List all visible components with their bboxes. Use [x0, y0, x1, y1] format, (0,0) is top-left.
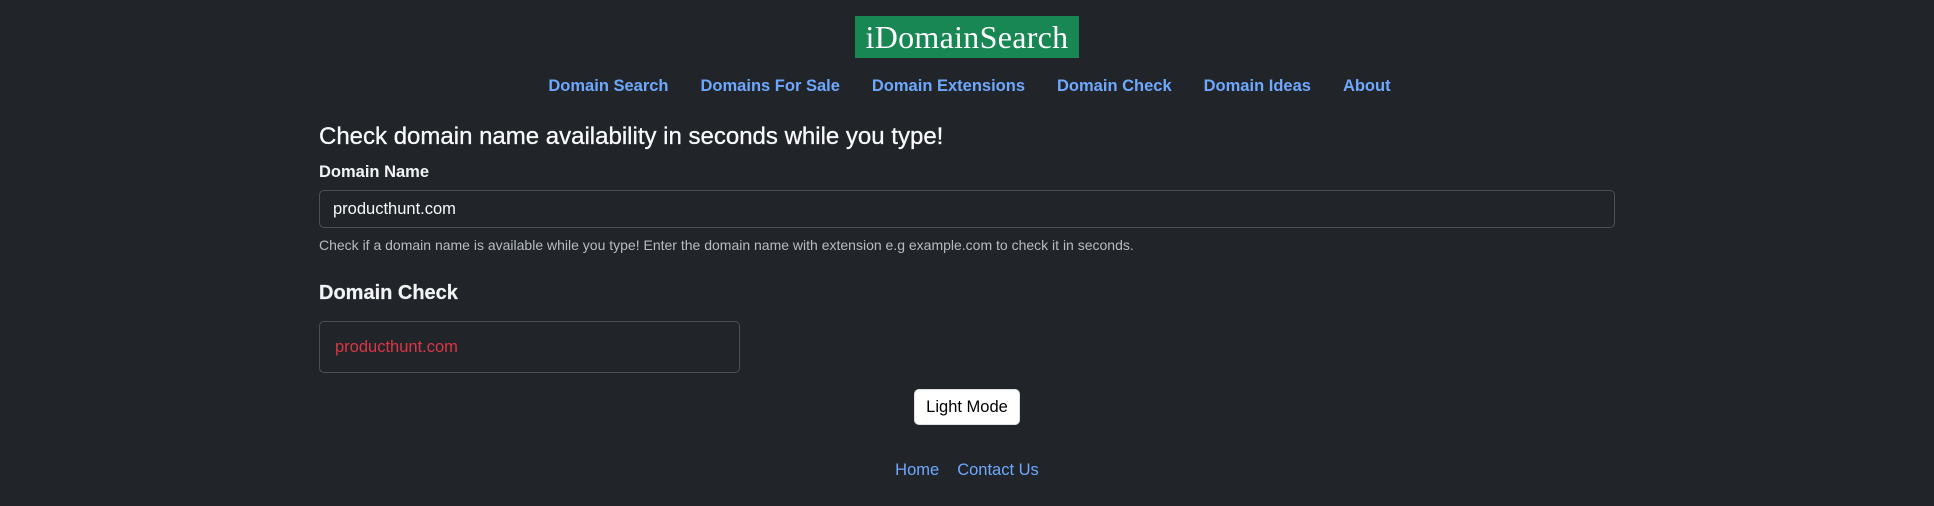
nav-domain-check[interactable]: Domain Check: [1057, 76, 1172, 96]
domain-result-unavailable[interactable]: producthunt.com: [335, 338, 458, 357]
logo-container: iDomainSearch: [0, 16, 1934, 58]
nav-about[interactable]: About: [1343, 76, 1391, 96]
footer-contact-link[interactable]: Contact Us: [957, 460, 1039, 480]
footer-home-link[interactable]: Home: [895, 460, 939, 480]
main-content: Check domain name availability in second…: [319, 122, 1615, 373]
page-title: Check domain name availability in second…: [319, 123, 944, 150]
nav-domain-ideas[interactable]: Domain Ideas: [1204, 76, 1311, 96]
site-logo[interactable]: iDomainSearch: [854, 16, 1080, 58]
light-mode-button[interactable]: Light Mode: [914, 389, 1020, 425]
site-footer: Home Contact Us: [0, 460, 1934, 480]
nav-domains-for-sale[interactable]: Domains For Sale: [701, 76, 840, 96]
domain-name-input[interactable]: [319, 190, 1615, 228]
domain-result-card: producthunt.com: [319, 321, 740, 373]
theme-toggle-container: Light Mode: [0, 389, 1934, 425]
main-nav: Domain Search Domains For Sale Domain Ex…: [0, 76, 1934, 96]
domain-help-text: Check if a domain name is available whil…: [319, 237, 1134, 253]
nav-domain-extensions[interactable]: Domain Extensions: [872, 76, 1025, 96]
domain-check-heading: Domain Check: [319, 282, 458, 304]
nav-domain-search[interactable]: Domain Search: [548, 76, 668, 96]
domain-name-label: Domain Name: [319, 163, 430, 181]
